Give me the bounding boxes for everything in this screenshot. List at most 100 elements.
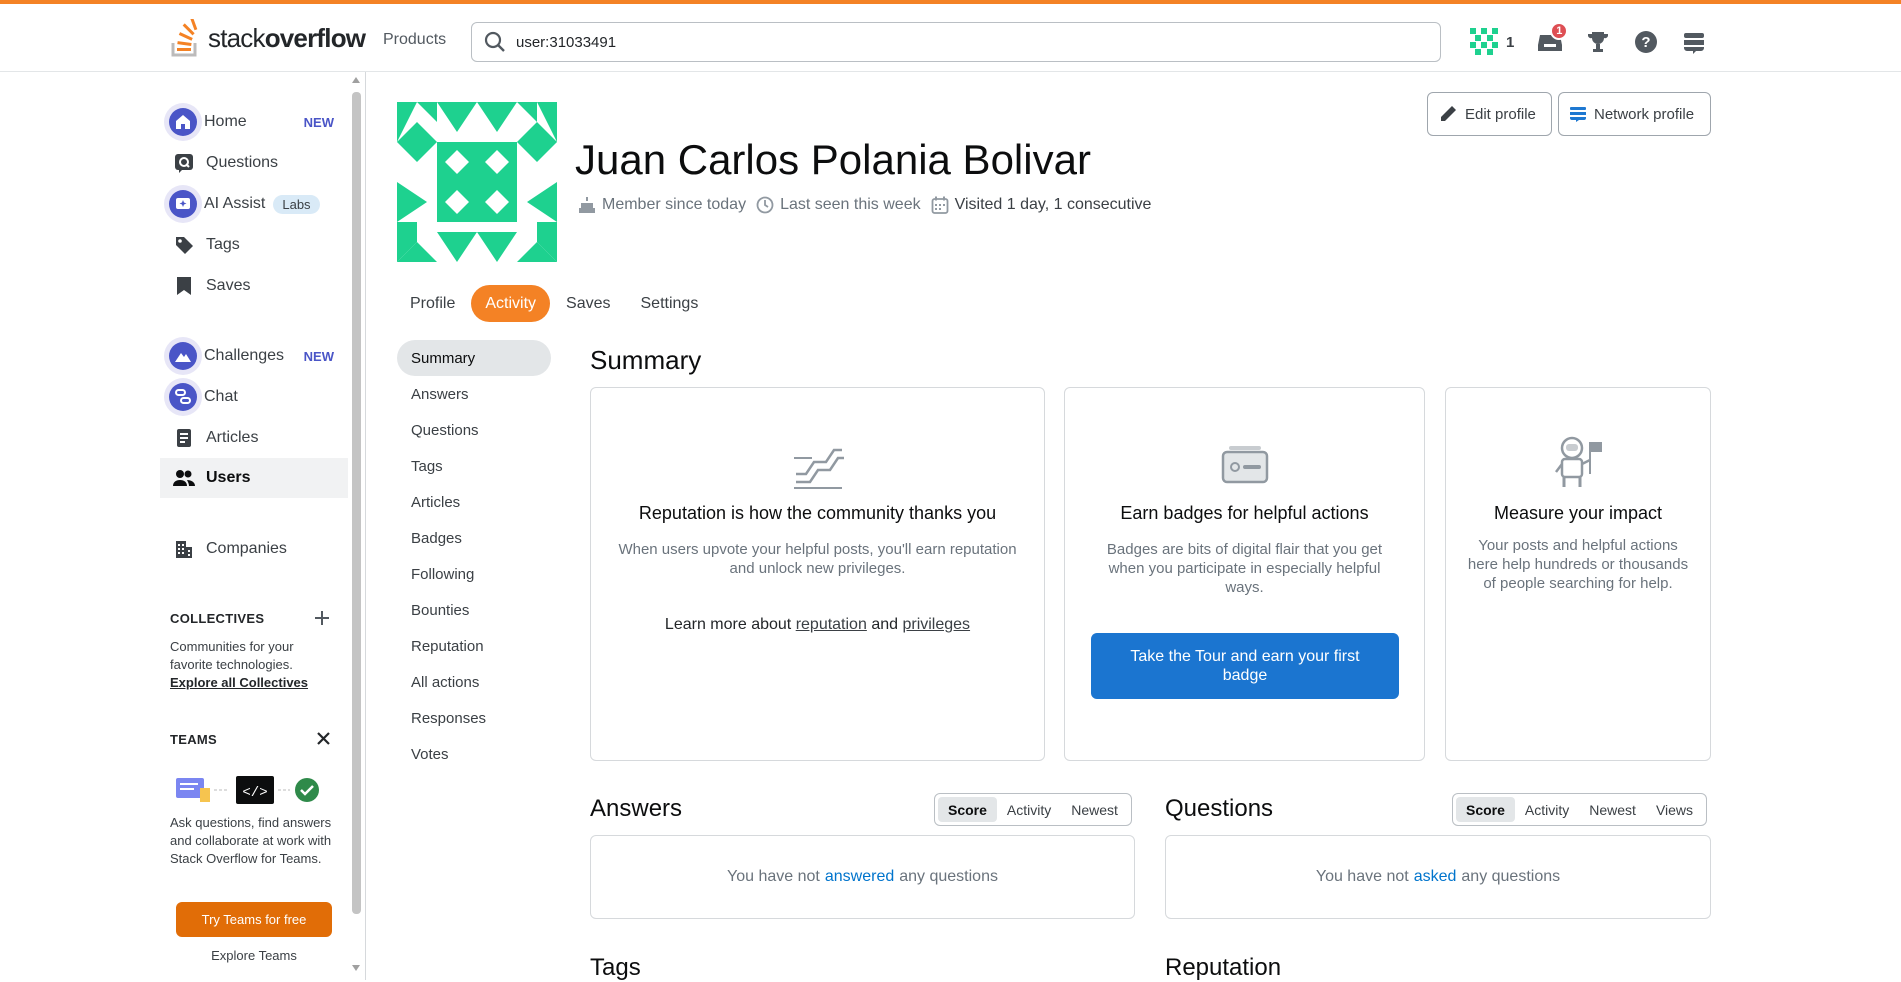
badges-card: Earn badges for helpful actions Badges a… xyxy=(1064,387,1425,761)
reputation-card: Reputation is how the community thanks y… xyxy=(590,387,1045,761)
sidebar-item-saves[interactable]: Saves xyxy=(160,266,348,306)
sidebar-item-label: Companies xyxy=(206,540,287,557)
subnav-badges[interactable]: Badges xyxy=(397,520,551,556)
help-button[interactable]: ? xyxy=(1628,24,1664,60)
questions-sort-newest[interactable]: Newest xyxy=(1579,797,1646,822)
achievements-button[interactable] xyxy=(1580,24,1616,60)
member-since-text: Member since today xyxy=(602,196,747,213)
subnav-answers[interactable]: Answers xyxy=(397,376,551,412)
badges-card-title: Earn badges for helpful actions xyxy=(1120,503,1369,523)
sidebar-item-tags[interactable]: Tags xyxy=(160,225,348,265)
subnav-tags[interactable]: Tags xyxy=(397,448,551,484)
tab-profile[interactable]: Profile xyxy=(396,285,469,322)
take-tour-button[interactable]: Take the Tour and earn your first badge xyxy=(1091,633,1399,699)
companies-icon xyxy=(170,535,198,563)
svg-text:?: ? xyxy=(1642,34,1651,51)
help-icon: ? xyxy=(1635,31,1658,53)
home-icon xyxy=(164,103,202,141)
sidebar-item-chat[interactable]: Chat xyxy=(160,377,348,417)
questions-title: Questions xyxy=(1165,795,1274,822)
collectives-description: Communities for your favorite technologi… xyxy=(170,639,294,672)
tab-settings[interactable]: Settings xyxy=(627,285,713,322)
questions-icon xyxy=(170,149,198,177)
reputation-chart-icon xyxy=(793,448,844,489)
site-switcher-button[interactable] xyxy=(1676,24,1712,60)
clock-icon xyxy=(756,196,774,214)
network-profile-button[interactable]: Network profile xyxy=(1558,92,1711,136)
subnav-all-actions[interactable]: All actions xyxy=(397,664,551,700)
new-badge: NEW xyxy=(303,114,334,130)
add-collective-icon[interactable] xyxy=(315,611,329,625)
sidebar-item-companies[interactable]: Companies xyxy=(160,529,348,569)
profile-meta: Member since today Last seen this week V… xyxy=(578,196,1161,214)
answers-sort-filter: Score Activity Newest xyxy=(934,793,1132,826)
collectives-title: COLLECTIVES xyxy=(170,611,265,626)
sidebar-item-articles[interactable]: Articles xyxy=(160,418,348,458)
edit-profile-button[interactable]: Edit profile xyxy=(1427,92,1552,136)
sidebar-scroll-thumb[interactable] xyxy=(352,92,361,914)
sidebar-scrollbar[interactable] xyxy=(350,76,362,980)
answered-link[interactable]: answered xyxy=(825,868,894,886)
answers-sort-activity[interactable]: Activity xyxy=(997,797,1061,822)
tab-saves[interactable]: Saves xyxy=(552,285,624,322)
inbox-button[interactable]: 1 xyxy=(1532,22,1569,60)
subnav-following[interactable]: Following xyxy=(397,556,551,592)
stackoverflow-logo[interactable]: stackoverflow xyxy=(170,18,366,58)
visited-text: Visited 1 day, 1 consecutive xyxy=(954,196,1152,213)
subnav-votes[interactable]: Votes xyxy=(397,736,551,772)
ai-assist-icon xyxy=(164,185,202,223)
subnav-questions[interactable]: Questions xyxy=(397,412,551,448)
top-bar: stackoverflow Products user:31033491 1 1 xyxy=(0,0,1901,72)
learn-more-text: Learn more about xyxy=(664,616,792,633)
last-seen-text: Last seen this week xyxy=(780,196,921,213)
questions-empty-state: You have not asked any questions xyxy=(1165,835,1711,919)
sidebar-item-challenges[interactable]: Challenges NEW xyxy=(160,336,348,376)
privileges-link[interactable]: privileges xyxy=(902,616,970,633)
scroll-up-icon[interactable] xyxy=(351,76,361,84)
inbox-badge: 1 xyxy=(1550,22,1569,40)
products-link[interactable]: Products xyxy=(383,31,446,49)
challenges-icon xyxy=(164,337,202,375)
asked-link[interactable]: asked xyxy=(1414,868,1457,886)
subnav-reputation[interactable]: Reputation xyxy=(397,628,551,664)
sidebar-item-label: Questions xyxy=(206,154,279,171)
subnav-summary[interactable]: Summary xyxy=(397,340,551,376)
last-seen: Last seen this week xyxy=(756,196,921,214)
impact-card-title: Measure your impact xyxy=(1493,503,1663,523)
explore-collectives-link[interactable]: Explore all Collectives xyxy=(170,674,330,692)
sidebar-item-home[interactable]: Home NEW xyxy=(160,102,348,142)
answers-empty-suffix: any questions xyxy=(899,868,998,885)
reputation-link[interactable]: reputation xyxy=(796,616,867,633)
stack-exchange-icon xyxy=(1684,33,1705,54)
subnav-articles[interactable]: Articles xyxy=(397,484,551,520)
sidebar-item-label: Users xyxy=(206,469,251,486)
questions-sort-views[interactable]: Views xyxy=(1646,797,1703,822)
sidebar-item-users[interactable]: Users xyxy=(160,458,348,498)
user-avatar-button[interactable] xyxy=(1466,24,1502,60)
sidebar-item-label: Home xyxy=(204,113,247,130)
search-bar[interactable]: user:31033491 xyxy=(471,22,1441,62)
reputation-learn-more: Learn more about reputation and privileg… xyxy=(591,616,1044,634)
sidebar-item-label: Tags xyxy=(206,236,240,253)
tab-activity[interactable]: Activity xyxy=(471,285,551,322)
close-icon[interactable] xyxy=(317,732,330,745)
subnav-responses[interactable]: Responses xyxy=(397,700,551,736)
badges-card-description: Badges are bits of digital flair that yo… xyxy=(1106,541,1383,596)
answers-empty-state: You have not answered any questions xyxy=(590,835,1135,919)
cake-icon xyxy=(579,197,595,213)
explore-teams-link[interactable]: Explore Teams xyxy=(176,947,332,965)
answers-sort-newest[interactable]: Newest xyxy=(1061,797,1128,822)
activity-subnav: Summary Answers Questions Tags Articles … xyxy=(397,340,551,772)
search-input[interactable]: user:31033491 xyxy=(516,34,616,51)
questions-sort-activity[interactable]: Activity xyxy=(1515,797,1579,822)
answers-sort-score[interactable]: Score xyxy=(938,797,997,822)
users-icon xyxy=(170,464,198,492)
questions-sort-filter: Score Activity Newest Views xyxy=(1452,793,1708,826)
questions-sort-score[interactable]: Score xyxy=(1456,797,1515,822)
sidebar-item-questions[interactable]: Questions xyxy=(160,143,348,183)
subnav-bounties[interactable]: Bounties xyxy=(397,592,551,628)
scroll-down-icon[interactable] xyxy=(351,964,361,972)
try-teams-button[interactable]: Try Teams for free xyxy=(176,902,332,937)
sidebar-item-label: Challenges xyxy=(204,347,285,364)
sidebar-item-ai-assist[interactable]: AI Assist Labs xyxy=(160,184,348,224)
